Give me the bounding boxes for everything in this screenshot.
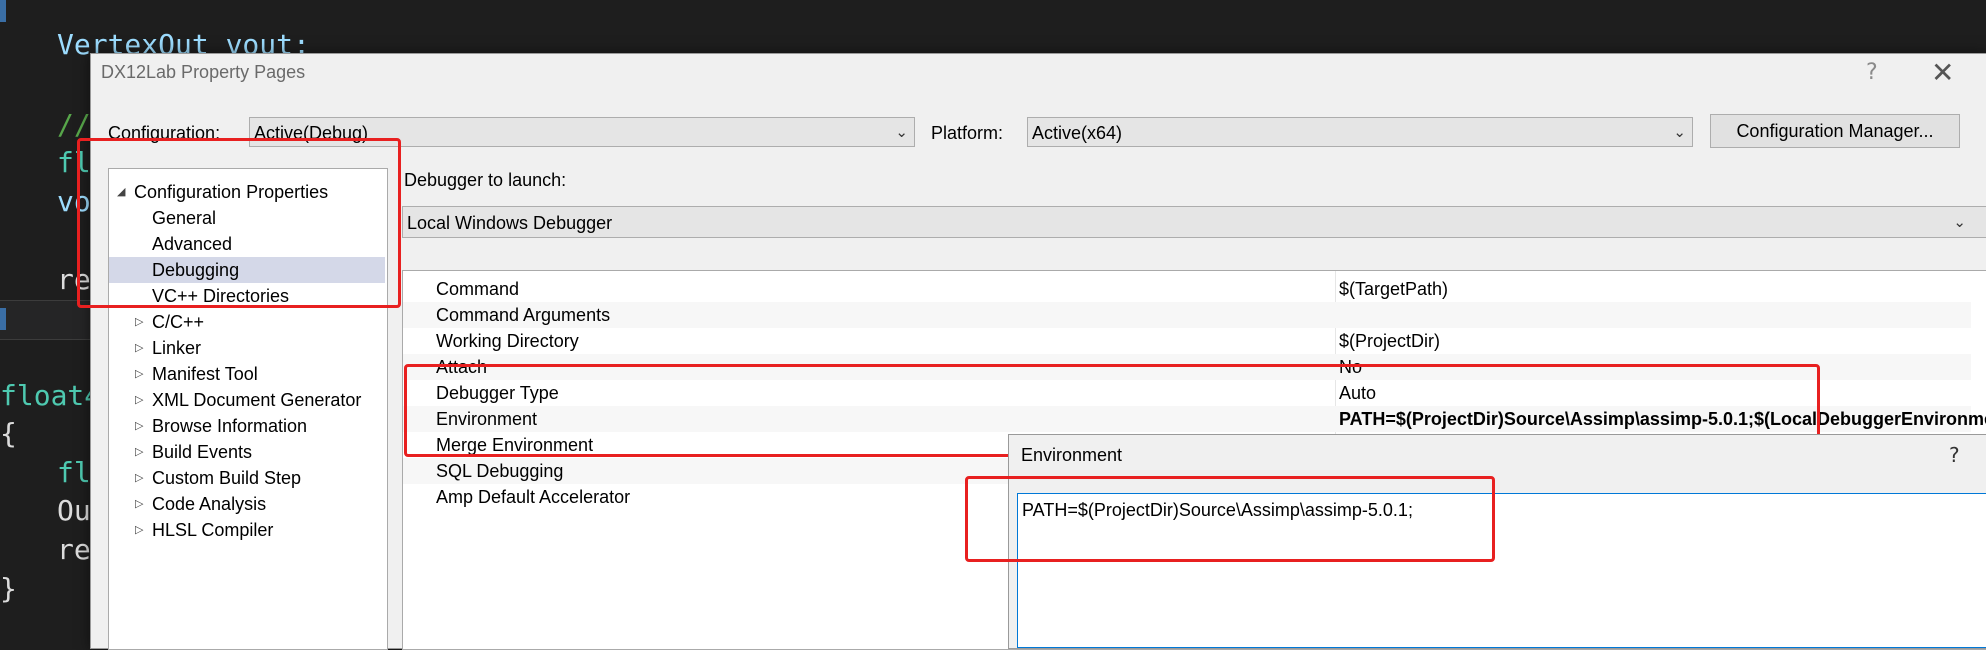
property-name: Attach xyxy=(436,357,488,377)
tree-item[interactable]: ▷ Custom Build Step xyxy=(109,465,385,491)
property-row[interactable]: Command Arguments xyxy=(403,302,1971,328)
platform-label: Platform: xyxy=(931,123,1004,143)
code-line: vo xyxy=(57,185,91,218)
platform-dropdown[interactable]: Active(x64) ⌄ xyxy=(1027,117,1693,147)
triangle-right-icon[interactable]: ▷ xyxy=(135,309,143,335)
code-line: float4 xyxy=(0,379,102,412)
property-name: Debugger Type xyxy=(436,383,559,403)
property-row[interactable]: Command $(TargetPath) xyxy=(403,276,1971,302)
environment-textarea[interactable]: PATH=$(ProjectDir)Source\Assimp\assimp-5… xyxy=(1017,493,1986,648)
code-line: re xyxy=(57,263,91,296)
triangle-right-icon[interactable]: ▷ xyxy=(135,413,143,439)
property-tree[interactable]: ◢ Configuration Properties General Advanc… xyxy=(108,168,388,650)
property-value[interactable]: $(TargetPath) xyxy=(1339,276,1448,302)
code-line: { xyxy=(0,417,17,450)
property-value[interactable]: $(ProjectDir) xyxy=(1339,328,1440,354)
code-line: // xyxy=(57,108,91,141)
property-value[interactable]: PATH=$(ProjectDir)Source\Assimp\assimp-5… xyxy=(1339,406,1986,432)
tree-item[interactable]: ▷ Browse Information xyxy=(109,413,385,439)
debugger-launch-label: Debugger to launch: xyxy=(404,170,567,190)
property-name: Working Directory xyxy=(436,331,579,351)
tree-item[interactable]: General xyxy=(109,205,385,231)
property-name: Command xyxy=(436,279,520,299)
tree-item[interactable]: ▷ Code Analysis xyxy=(109,491,385,517)
property-value[interactable]: Auto xyxy=(1339,380,1376,406)
triangle-down-icon[interactable]: ◢ xyxy=(117,179,125,205)
property-row[interactable]: Working Directory $(ProjectDir) xyxy=(403,328,1971,354)
tree-item-label: Advanced xyxy=(152,234,233,254)
property-name: Command Arguments xyxy=(436,305,611,325)
tree-item-label: Debugging xyxy=(152,260,240,280)
tree-item-label: VC++ Directories xyxy=(152,286,290,306)
tree-item-label: Custom Build Step xyxy=(152,468,302,488)
tree-item-label: Manifest Tool xyxy=(152,364,258,384)
property-name: SQL Debugging xyxy=(436,461,564,481)
tree-item-label: General xyxy=(152,208,217,228)
triangle-right-icon[interactable]: ▷ xyxy=(135,491,143,517)
property-name: Merge Environment xyxy=(436,435,594,455)
tree-item[interactable]: ▷ Manifest Tool xyxy=(109,361,385,387)
chevron-down-icon: ⌄ xyxy=(1673,124,1686,141)
tree-item-label: Configuration Properties xyxy=(134,182,329,202)
triangle-right-icon[interactable]: ▷ xyxy=(135,517,143,543)
tree-item-label: C/C++ xyxy=(152,312,205,332)
tree-item[interactable]: ▷ Build Events xyxy=(109,439,385,465)
configuration-value: Active(Debug) xyxy=(254,123,369,143)
help-icon[interactable]: ? xyxy=(1949,443,1960,467)
gutter-marker xyxy=(0,0,6,22)
tree-item[interactable]: Debugging xyxy=(109,257,385,283)
configuration-label: Configuration: xyxy=(108,123,221,143)
tree-item-label: HLSL Compiler xyxy=(152,520,274,540)
debugger-launch-dropdown[interactable]: Local Windows Debugger ⌄ xyxy=(402,206,1986,238)
platform-value: Active(x64) xyxy=(1032,123,1123,143)
chevron-down-icon: ⌄ xyxy=(895,124,908,141)
code-line: } xyxy=(0,572,17,605)
debugger-launch-value: Local Windows Debugger xyxy=(407,213,613,233)
tree-item[interactable]: ▷ Linker xyxy=(109,335,385,361)
property-name: Amp Default Accelerator xyxy=(436,487,631,507)
code-line: Ou xyxy=(57,494,91,527)
configuration-dropdown[interactable]: Active(Debug) ⌄ xyxy=(249,117,915,147)
property-row[interactable]: Environment PATH=$(ProjectDir)Source\Assi… xyxy=(403,406,1986,432)
tree-item[interactable]: VC++ Directories xyxy=(109,283,385,309)
triangle-right-icon[interactable]: ▷ xyxy=(135,387,143,413)
chevron-down-icon: ⌄ xyxy=(1953,214,1966,231)
triangle-right-icon[interactable]: ▷ xyxy=(135,465,143,491)
environment-popup: Environment ? PATH=$(ProjectDir)Source\A… xyxy=(1008,434,1986,649)
configuration-manager-button[interactable]: Configuration Manager... xyxy=(1710,114,1960,148)
triangle-right-icon[interactable]: ▷ xyxy=(135,361,143,387)
tree-item-label: Linker xyxy=(152,338,202,358)
tree-item-label: Browse Information xyxy=(152,416,308,436)
code-line: fl xyxy=(57,456,91,489)
help-icon[interactable]: ? xyxy=(1866,60,1878,85)
tree-item[interactable]: ▷ XML Document Generator xyxy=(109,387,385,413)
tree-item-label: Build Events xyxy=(152,442,253,462)
property-value[interactable]: No xyxy=(1339,354,1362,380)
gutter-marker xyxy=(0,308,6,330)
tree-item-label: Code Analysis xyxy=(152,494,267,514)
property-name: Environment xyxy=(436,409,538,429)
triangle-right-icon[interactable]: ▷ xyxy=(135,335,143,361)
property-row[interactable]: Debugger Type Auto xyxy=(403,380,1971,406)
property-row[interactable]: Attach No xyxy=(403,354,1971,380)
tree-item[interactable]: ▷ C/C++ xyxy=(109,309,385,335)
popup-title: Environment xyxy=(1021,445,1123,465)
editor-split-bar[interactable] xyxy=(0,300,100,340)
dialog-title: DX12Lab Property Pages xyxy=(101,62,306,82)
tree-item[interactable]: ▷ HLSL Compiler xyxy=(109,517,385,543)
tree-item-configuration-properties[interactable]: ◢ Configuration Properties xyxy=(109,179,385,205)
triangle-right-icon[interactable]: ▷ xyxy=(135,439,143,465)
close-icon[interactable]: ✕ xyxy=(1931,56,1954,89)
code-line: re xyxy=(57,533,91,566)
tree-item[interactable]: Advanced xyxy=(109,231,385,257)
code-line: fl xyxy=(57,146,91,179)
tree-item-label: XML Document Generator xyxy=(152,390,362,410)
